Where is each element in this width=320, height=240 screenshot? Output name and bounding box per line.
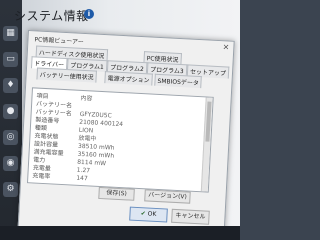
app-title: システム情報 — [14, 9, 89, 23]
pin-icon[interactable]: ● — [3, 104, 18, 119]
cancel-button[interactable]: キャンセル — [171, 208, 210, 225]
check-icon: ✔ — [140, 210, 146, 218]
device-icon[interactable]: ▭ — [3, 52, 18, 67]
close-icon[interactable]: × — [222, 42, 229, 51]
target-icon[interactable]: ◎ — [3, 130, 18, 145]
battery-info-list[interactable]: 項目 内容 バッテリー名 バッテリー名 GFYZ0U5C 製造番号 21080 400… — [26, 87, 214, 193]
tab-battery-usage[interactable]: バッテリー使用状況 — [36, 67, 97, 83]
dialog-title: PC情報ビューアー — [34, 36, 84, 46]
bell-icon[interactable]: ♦ — [3, 78, 18, 93]
ok-button[interactable]: ✔ OK — [129, 206, 168, 223]
taskbar — [0, 226, 240, 240]
settings-icon[interactable]: ⚙ — [3, 182, 18, 197]
pc-info-viewer-dialog: PC情報ビューアー × ハードディスク使用状況 PC使用状況 ドライバー プログ… — [17, 30, 235, 239]
tab-smbios[interactable]: SMBIOSデータ — [154, 73, 203, 89]
version-button[interactable]: バージョン(V) — [144, 189, 191, 204]
info-icon[interactable]: i — [84, 9, 94, 19]
eye-icon[interactable]: ◉ — [3, 156, 18, 171]
scrollbar-thumb[interactable] — [205, 101, 212, 142]
tab-power-options[interactable]: 電源オプション — [104, 71, 153, 86]
scrollbar[interactable] — [200, 97, 213, 192]
save-button[interactable]: 保存(S) — [98, 186, 135, 201]
ok-label: OK — [147, 210, 157, 218]
list-item: 充電率 147 — [32, 172, 88, 183]
grid-icon[interactable]: ▦ — [3, 26, 18, 41]
